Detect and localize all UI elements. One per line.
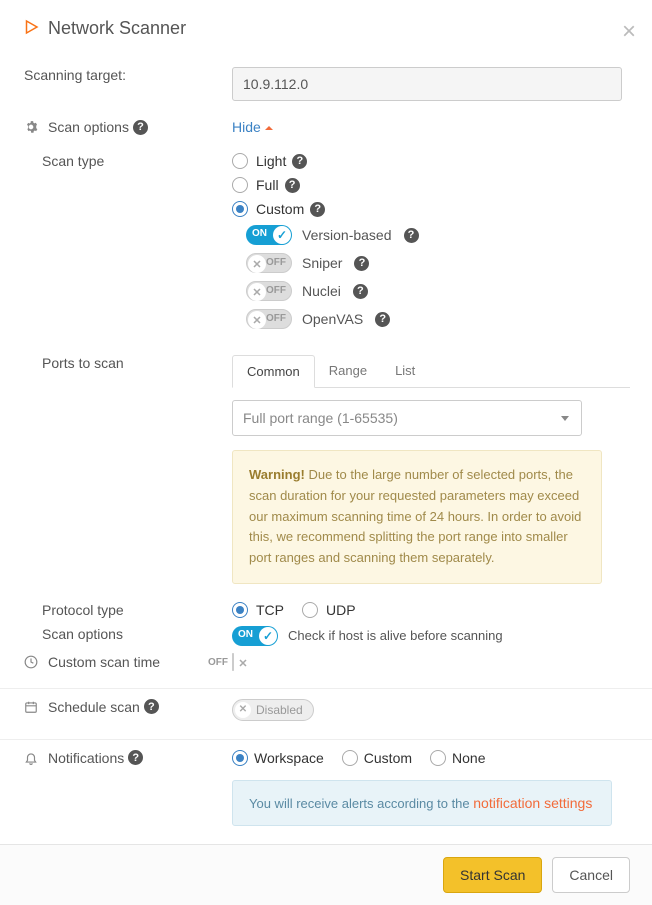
x-icon: ✕ (235, 702, 251, 718)
schedule-label: Schedule scan (48, 699, 140, 715)
notif-custom-label: Custom (364, 750, 412, 766)
toggle-version-based[interactable]: ON ✓ (246, 225, 292, 245)
toggle-openvas[interactable]: ✕ OFF (246, 309, 292, 329)
tab-range[interactable]: Range (315, 355, 381, 387)
target-label: Scanning target: (24, 67, 126, 83)
calendar-icon (24, 700, 42, 714)
radio-tcp[interactable] (232, 602, 248, 618)
radio-full-label: Full (256, 177, 279, 193)
radio-full[interactable] (232, 177, 248, 193)
scan-options-label: Scan options (48, 119, 129, 135)
x-icon: ✕ (252, 286, 261, 299)
app-icon (22, 18, 40, 39)
schedule-disabled-pill: ✕ Disabled (232, 699, 314, 721)
protocol-label: Protocol type (42, 602, 124, 618)
sniper-label[interactable]: Sniper (302, 255, 342, 271)
help-icon[interactable]: ? (144, 699, 159, 714)
tab-common[interactable]: Common (232, 355, 315, 388)
radio-custom[interactable] (232, 201, 248, 217)
x-icon: ✕ (252, 258, 261, 271)
toggle-sniper[interactable]: ✕ OFF (246, 253, 292, 273)
toggle-nuclei[interactable]: ✕ OFF (246, 281, 292, 301)
close-icon[interactable]: × (622, 18, 636, 46)
version-based-label: Version-based (302, 227, 392, 243)
tab-list[interactable]: List (381, 355, 429, 387)
help-icon[interactable]: ? (375, 312, 390, 327)
help-icon[interactable]: ? (310, 202, 325, 217)
check-icon: ✓ (263, 629, 273, 643)
toggle-custom-time[interactable]: ✕ OFF (232, 653, 234, 671)
help-icon[interactable]: ? (292, 154, 307, 169)
radio-custom-label: Custom (256, 201, 304, 217)
bell-icon (24, 751, 42, 765)
clock-icon (24, 655, 42, 669)
toggle-alive-check[interactable]: ON ✓ (232, 626, 278, 646)
x-icon: ✕ (238, 657, 247, 670)
help-icon[interactable]: ? (133, 120, 148, 135)
radio-udp[interactable] (302, 602, 318, 618)
ports-select[interactable]: Full port range (1-65535) (232, 400, 582, 436)
help-icon[interactable]: ? (354, 256, 369, 271)
ports-label: Ports to scan (42, 355, 124, 371)
notification-info: You will receive alerts according to the… (232, 780, 612, 826)
gear-icon (24, 120, 42, 134)
notification-settings-link[interactable]: notification settings (473, 795, 592, 811)
help-icon[interactable]: ? (353, 284, 368, 299)
scan-type-label: Scan type (42, 153, 104, 169)
modal-title: Network Scanner (48, 18, 186, 39)
scan-opts2-label: Scan options (42, 626, 123, 642)
cancel-button[interactable]: Cancel (552, 857, 630, 893)
radio-notif-custom[interactable] (342, 750, 358, 766)
none-label: None (452, 750, 485, 766)
target-input[interactable] (232, 67, 622, 101)
help-icon[interactable]: ? (285, 178, 300, 193)
udp-label: UDP (326, 602, 356, 618)
warning-box: Warning! Due to the large number of sele… (232, 450, 602, 584)
tcp-label: TCP (256, 602, 284, 618)
start-scan-button[interactable]: Start Scan (443, 857, 542, 893)
hide-link[interactable]: Hide (232, 119, 273, 135)
custom-time-label: Custom scan time (48, 654, 160, 670)
workspace-label: Workspace (254, 750, 324, 766)
radio-workspace[interactable] (232, 750, 248, 766)
openvas-label: OpenVAS (302, 311, 363, 327)
help-icon[interactable]: ? (404, 228, 419, 243)
x-icon: ✕ (252, 314, 261, 327)
nuclei-label: Nuclei (302, 283, 341, 299)
alive-check-label: Check if host is alive before scanning (288, 628, 503, 643)
notifications-label: Notifications (48, 750, 124, 766)
radio-none[interactable] (430, 750, 446, 766)
caret-up-icon (265, 126, 273, 130)
radio-light-label: Light (256, 153, 286, 169)
help-icon[interactable]: ? (128, 750, 143, 765)
radio-light[interactable] (232, 153, 248, 169)
check-icon: ✓ (277, 228, 287, 242)
